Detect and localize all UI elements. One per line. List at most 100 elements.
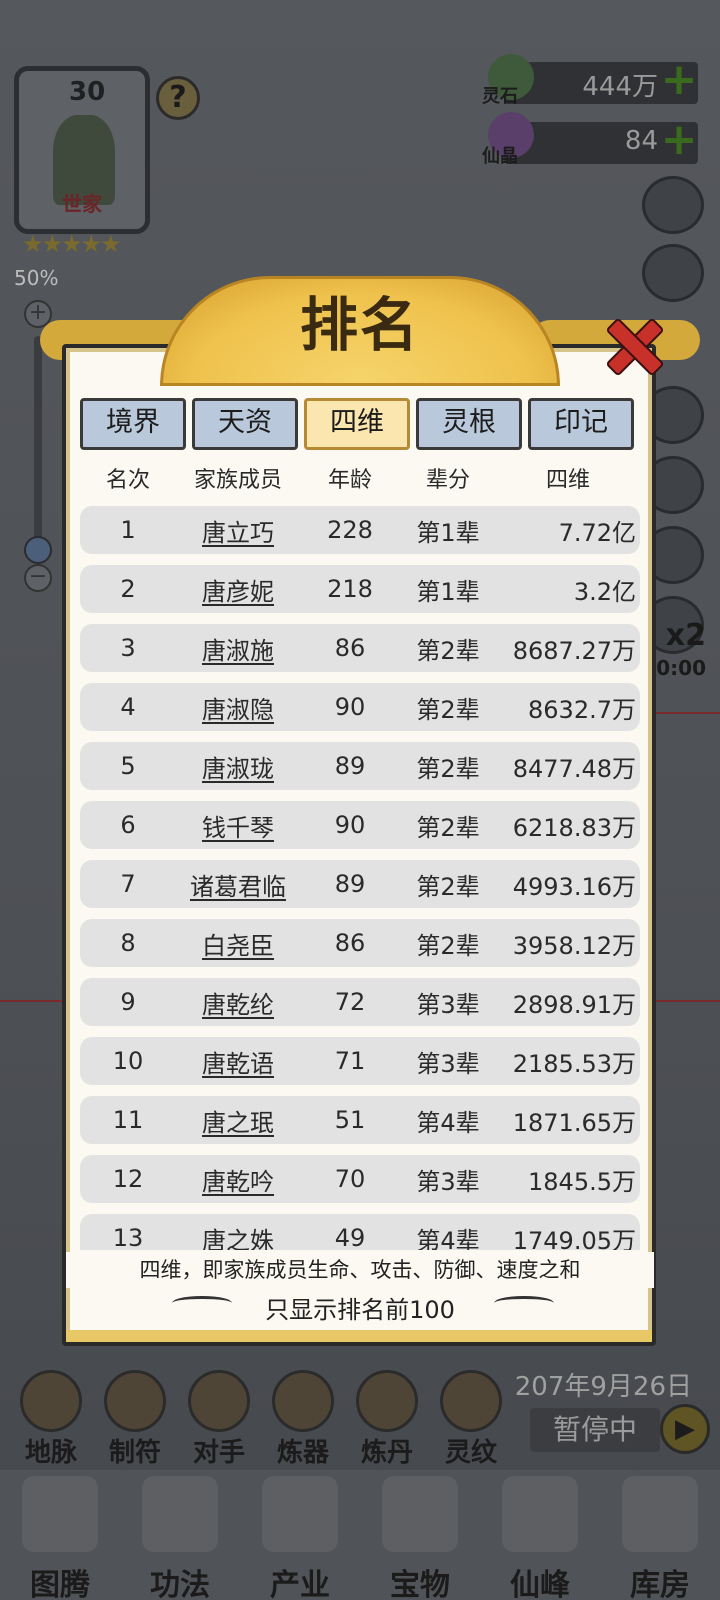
member-name-link[interactable]: 唐淑施 (176, 631, 300, 666)
func-duishou-button[interactable]: 对手 (178, 1370, 260, 1468)
col-rank: 名次 (105, 468, 150, 493)
nav-kufang[interactable]: 库房 (600, 1470, 720, 1600)
taiji-settings-icon[interactable] (642, 176, 704, 234)
rank: 4 (120, 693, 136, 721)
age: 70 (334, 1165, 366, 1193)
generation: 第2辈 (416, 754, 480, 783)
table-row: 5 唐淑珑 89 第2辈 8477.48万 (80, 742, 640, 790)
age: 51 (334, 1106, 366, 1134)
close-icon[interactable] (600, 312, 664, 376)
nav-xianfeng[interactable]: 仙峰 (480, 1470, 600, 1600)
generation: 第3辈 (416, 990, 480, 1019)
flame-icon (142, 1476, 218, 1552)
game-date: 207年9月26日 (514, 1372, 692, 1402)
age: 71 (334, 1047, 366, 1075)
zoom-knob[interactable] (24, 536, 52, 564)
rank-limit-note: 只显示排名前100 (265, 1296, 455, 1324)
clan-level: 30 (69, 77, 106, 107)
member-name-link[interactable]: 白尧臣 (176, 926, 300, 961)
table-row: 13 唐之姝 49 第4辈 1749.05万 (80, 1214, 640, 1250)
generation: 第2辈 (416, 872, 480, 901)
member-name-link[interactable]: 唐乾吟 (176, 1162, 300, 1197)
func-lingwen-button[interactable]: 灵纹 (430, 1370, 512, 1468)
member-name-link[interactable]: 唐淑珑 (176, 749, 300, 784)
nav-chanye[interactable]: 产业 (240, 1470, 360, 1600)
age: 218 (327, 575, 373, 603)
rank: 13 (112, 1224, 144, 1250)
nav-gongfa[interactable]: 功法 (120, 1470, 240, 1600)
stat-value: 6218.83万 (512, 813, 636, 842)
tab-yinji[interactable]: 印记 (528, 398, 634, 450)
generation: 第2辈 (416, 931, 480, 960)
nav-label: 图腾 (30, 1568, 90, 1600)
stat-value: 2185.53万 (512, 1049, 636, 1078)
member-name-link[interactable]: 唐彦妮 (176, 572, 300, 607)
stat-explanation: 四维，即家族成员生命、攻击、防御、速度之和 (66, 1252, 654, 1288)
age: 90 (334, 811, 366, 839)
nav-tuteng[interactable]: 图腾 (0, 1470, 120, 1600)
member-name-link[interactable]: 钱千琴 (176, 808, 300, 843)
table-row: 8 白尧臣 86 第2辈 3958.12万 (80, 919, 640, 967)
rank: 6 (120, 811, 136, 839)
tab-linggen[interactable]: 灵根 (416, 398, 522, 450)
stat-value: 1749.05万 (512, 1226, 636, 1251)
col-age: 年龄 (327, 468, 372, 493)
table-row: 7 诸葛君临 89 第2辈 4993.16万 (80, 860, 640, 908)
age: 86 (334, 634, 366, 662)
age: 228 (327, 516, 373, 544)
tab-siwei[interactable]: 四维 (304, 398, 410, 450)
clan-emblem[interactable]: 30 世家 (14, 66, 150, 234)
play-icon[interactable]: ▶ (660, 1404, 710, 1454)
stat-value: 3958.12万 (512, 931, 636, 960)
map-border-line (0, 1000, 64, 1002)
member-name-link[interactable]: 唐乾纶 (176, 985, 300, 1020)
zoom-out-button[interactable]: − (24, 564, 52, 592)
member-name-link[interactable]: 唐淑隐 (176, 690, 300, 725)
tab-jingjie[interactable]: 境界 (80, 398, 186, 450)
stat-value: 3.2亿 (573, 577, 636, 606)
member-name-link[interactable]: 唐乾语 (176, 1044, 300, 1079)
func-zhifu-button[interactable]: 制符 (94, 1370, 176, 1468)
nav-label: 库房 (630, 1568, 690, 1600)
func-liandan-button[interactable]: 炼丹 (346, 1370, 428, 1468)
member-name-link[interactable]: 唐立巧 (176, 513, 300, 548)
age: 89 (334, 870, 366, 898)
table-row: 11 唐之珉 51 第4辈 1871.65万 (80, 1096, 640, 1144)
rank: 11 (112, 1106, 144, 1134)
member-name-link[interactable]: 唐之姝 (176, 1221, 300, 1251)
gate-icon (188, 1370, 250, 1432)
rank: 1 (120, 516, 136, 544)
speed-multiplier[interactable]: x2 (666, 618, 706, 653)
age: 72 (334, 988, 366, 1016)
age: 86 (334, 929, 366, 957)
member-name-link[interactable]: 诸葛君临 (176, 867, 300, 902)
pause-status[interactable]: 暂停中 (530, 1408, 660, 1452)
tab-tianzi[interactable]: 天资 (192, 398, 298, 450)
stat-value: 8477.48万 (512, 754, 636, 783)
spirit-stone-label: 灵石 (482, 86, 518, 107)
immortal-crystal-value: 84 (624, 126, 658, 156)
nav-baowu[interactable]: 宝物 (360, 1470, 480, 1600)
rank: 5 (120, 752, 136, 780)
zoom-track[interactable] (34, 336, 42, 546)
stat-value: 4993.16万 (512, 872, 636, 901)
stat-value: 2898.91万 (512, 990, 636, 1019)
ranking-list[interactable]: 1 唐立巧 228 第1辈 7.72亿 2 唐彦妮 218 第1辈 3.2亿 3 唐淑施 86 第2辈… (80, 506, 640, 1250)
map-border-line (652, 712, 720, 714)
col-member: 家族成员 (193, 468, 282, 493)
clan-tier: 世家 (62, 192, 102, 216)
generation: 第2辈 (416, 695, 480, 724)
stat-value: 1845.5万 (528, 1167, 636, 1196)
help-button[interactable]: ? (156, 76, 200, 120)
talisman-icon (104, 1370, 166, 1432)
member-name-link[interactable]: 唐之珉 (176, 1103, 300, 1138)
func-dimai-button[interactable]: 地脉 (10, 1370, 92, 1468)
map-border-line (656, 1000, 720, 1002)
generation: 第2辈 (416, 813, 480, 842)
add-spirit-stone-button[interactable]: + (660, 58, 698, 102)
spirit-stone-value: 444万 (582, 72, 658, 102)
add-immortal-crystal-button[interactable]: + (660, 118, 698, 162)
func-lianqi-button[interactable]: 炼器 (262, 1370, 344, 1468)
spiral-icon (440, 1370, 502, 1432)
nav-label: 产业 (270, 1568, 330, 1600)
